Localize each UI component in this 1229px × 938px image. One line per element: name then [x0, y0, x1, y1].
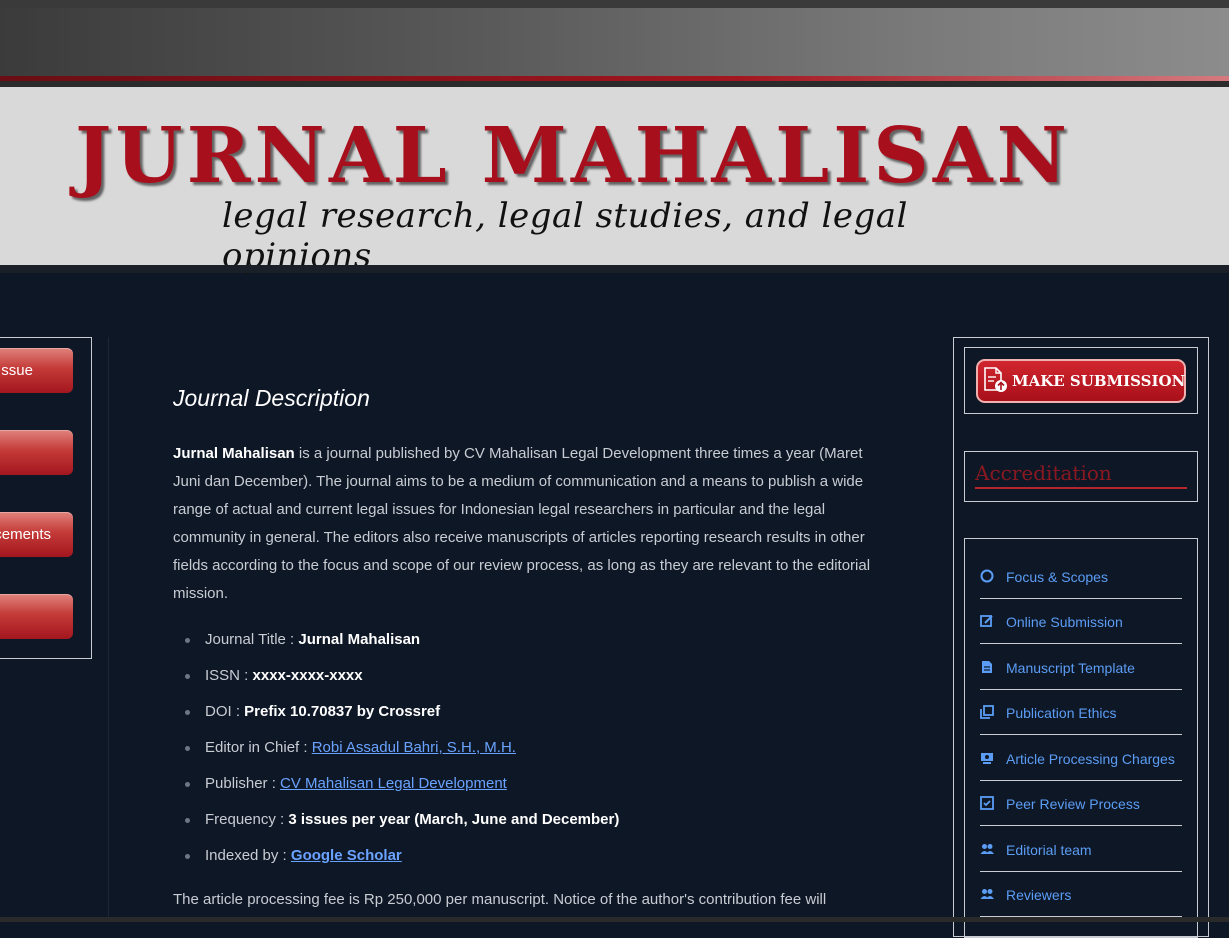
list-item: Publisher : CV Mahalisan Legal Developme… [173, 766, 893, 802]
info-label: Indexed by : [205, 847, 291, 864]
main-content: Journal Description Jurnal Mahalisan is … [173, 385, 893, 914]
nav-button-label: Issue [0, 362, 33, 379]
accreditation-title: Accreditation [975, 461, 1187, 489]
journal-name: Jurnal Mahalisan [173, 445, 295, 462]
list-item: DOI : Prefix 10.70837 by Crossref [173, 694, 893, 730]
list-item: ISSN : xxxx-xxxx-xxxx [173, 658, 893, 694]
nav-button[interactable] [0, 594, 73, 639]
frequency-value: 3 issues per year (March, June and Decem… [288, 811, 620, 828]
left-nav-panel: Issue s cements [0, 337, 92, 659]
users-icon [980, 889, 994, 899]
bottom-strip [0, 917, 1229, 922]
circle-icon [980, 569, 994, 583]
sidebar-item-label: Publication Ethics [1006, 705, 1117, 721]
editor-in-chief-link[interactable]: Robi Assadul Bahri, S.H., M.H. [312, 739, 516, 756]
doi-value: Prefix 10.70837 by Crossref [244, 703, 441, 720]
info-label: Frequency : [205, 811, 289, 828]
journal-title-value: Jurnal Mahalisan [298, 631, 421, 648]
journal-info-list: Journal Title : Jurnal Mahalisan ISSN : … [173, 622, 893, 874]
fee-notice: The article processing fee is Rp 250,000… [173, 891, 827, 908]
sidebar-item-label: Online Submission [1006, 614, 1123, 630]
banner-tagline: legal research, legal studies, and legal… [222, 196, 908, 276]
sidebar-item-publication-ethics[interactable]: Publication Ethics [980, 690, 1182, 735]
banner-title: JURNAL MAHALISAN [74, 111, 1071, 201]
sidebar-item-peer-review-process[interactable]: Peer Review Process [980, 781, 1182, 826]
document-upload-icon [984, 367, 1007, 392]
info-label: Editor in Chief : [205, 739, 312, 756]
column-divider [108, 337, 109, 922]
sidebar-item-label: Manuscript Template [1006, 660, 1135, 676]
banner-bottom-border [0, 265, 1229, 273]
nav-button-archives[interactable]: s [0, 430, 73, 475]
edit-icon [980, 615, 993, 627]
sidebar-item-editorial-team[interactable]: Editorial team [980, 827, 1182, 872]
sidebar-item-online-submission[interactable]: Online Submission [980, 599, 1182, 644]
google-scholar-link[interactable]: Google Scholar [291, 847, 402, 864]
sidebar-item-focus-scopes[interactable]: Focus & Scopes [980, 554, 1182, 599]
make-submission-label: MAKE SUBMISSION [1012, 372, 1186, 390]
copy-icon [980, 705, 994, 719]
sidebar-item-label: Reviewers [1006, 887, 1072, 903]
list-item: Journal Title : Jurnal Mahalisan [173, 622, 893, 658]
page-title: Journal Description [173, 385, 370, 411]
sidebar-item-manuscript-template[interactable]: Manuscript Template [980, 645, 1182, 690]
top-bar [0, 8, 1229, 76]
top-strip [0, 0, 1229, 8]
sidebar-item-label: Article Processing Charges [1006, 751, 1175, 767]
sidebar-item-article-processing-charges[interactable]: Article Processing Charges [980, 736, 1182, 781]
publisher-link[interactable]: CV Mahalisan Legal Development [280, 775, 507, 792]
nav-button-announcements[interactable]: cements [0, 512, 73, 557]
document-icon [982, 661, 992, 673]
list-item: Frequency : 3 issues per year (March, Ju… [173, 802, 893, 838]
make-submission-button[interactable]: MAKE SUBMISSION [976, 359, 1186, 403]
info-label: Publisher : [205, 775, 281, 792]
sidebar-item-label: Focus & Scopes [1006, 569, 1108, 585]
list-item: Editor in Chief : Robi Assadul Bahri, S.… [173, 730, 893, 766]
description-text: is a journal published by CV Mahalisan L… [173, 445, 871, 602]
info-label: DOI : [205, 703, 245, 720]
info-label: ISSN : [205, 667, 253, 684]
sidebar-item-label: Peer Review Process [1006, 796, 1140, 812]
journal-description: Jurnal Mahalisan is a journal published … [173, 440, 893, 608]
sidebar-item-label: Editorial team [1006, 842, 1092, 858]
nav-button-current-issue[interactable]: Issue [0, 348, 73, 393]
nav-button-label: cements [0, 526, 51, 543]
list-item: Indexed by : Google Scholar [173, 838, 893, 874]
sidebar-item-reviewers[interactable]: Reviewers [980, 872, 1182, 917]
users-icon [980, 844, 994, 854]
check-square-icon [980, 796, 994, 810]
info-label: Journal Title : [205, 631, 299, 648]
money-icon [981, 753, 993, 764]
issn-value: xxxx-xxxx-xxxx [252, 667, 363, 684]
